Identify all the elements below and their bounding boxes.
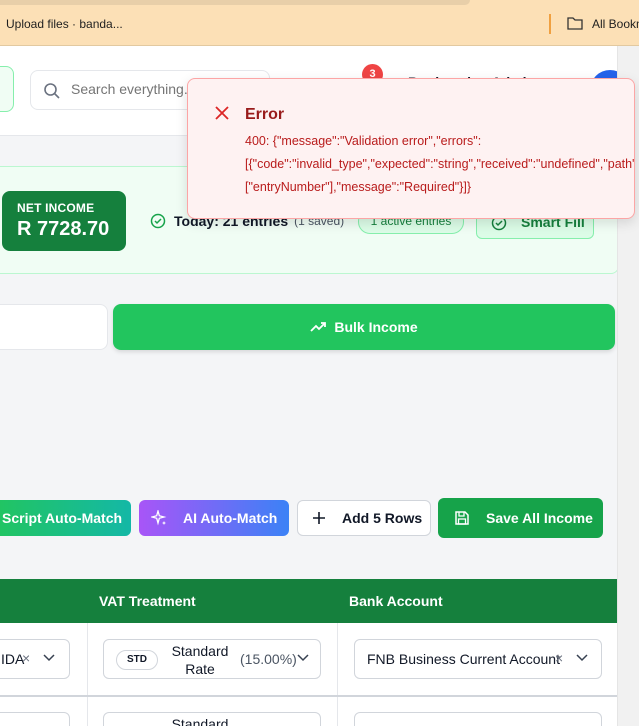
- column-divider: [337, 623, 338, 726]
- bank-account-select[interactable]: FNB Business Current Account ×: [354, 639, 602, 679]
- vat-rate-text: (15.00%): [240, 651, 297, 667]
- add-rows-button[interactable]: Add 5 Rows: [297, 500, 431, 536]
- bulk-income-label: Bulk Income: [334, 319, 418, 335]
- browser-tab-edge: [0, 0, 470, 5]
- vat-treatment-label: Standard Rate: [171, 643, 229, 677]
- column-header-bank-account[interactable]: Bank Account: [349, 593, 443, 609]
- error-message-line: 400: {"message":"Validation error","erro…: [245, 134, 482, 148]
- sparkles-icon: [151, 510, 167, 526]
- bank-account-select[interactable]: [354, 712, 602, 726]
- plus-icon: [313, 512, 325, 524]
- column-divider: [87, 623, 88, 726]
- chevron-down-icon: [43, 654, 55, 662]
- search-icon: [44, 83, 60, 99]
- first-col-value: IDA: [1, 651, 25, 667]
- error-toast: Error 400: {"message":"Validation error"…: [187, 78, 635, 219]
- net-income-value: R 7728.70: [17, 218, 110, 240]
- error-toast-title: Error: [245, 106, 285, 123]
- error-toast-message: 400: {"message":"Validation error","erro…: [245, 130, 635, 199]
- add-rows-label: Add 5 Rows: [342, 510, 423, 526]
- bookmark-separator: [549, 14, 551, 34]
- chevron-down-icon: [576, 654, 588, 662]
- table-header: VAT Treatment Bank Account: [0, 579, 617, 623]
- error-message-line: ["entryNumber"],"message":"Required"}]}: [245, 180, 472, 194]
- table-row-first-select[interactable]: [0, 712, 70, 726]
- left-input-field[interactable]: [0, 304, 108, 350]
- header-left-control[interactable]: [0, 66, 14, 112]
- net-income-card: NET INCOME R 7728.70: [2, 191, 126, 251]
- column-header-vat-treatment[interactable]: VAT Treatment: [99, 593, 196, 609]
- vat-treatment-select[interactable]: Standard: [103, 712, 321, 726]
- browser-bookmarks-bar: Upload files · banda... All Bookmarks: [0, 0, 639, 46]
- close-x-icon[interactable]: [215, 106, 229, 120]
- script-auto-match-button[interactable]: Script Auto-Match: [0, 500, 131, 536]
- bookmark-upload-files[interactable]: Upload files · banda...: [6, 17, 123, 31]
- bank-account-value: FNB Business Current Account: [367, 651, 560, 667]
- check-circle-icon: [150, 213, 166, 229]
- vat-treatment-label: Standard: [171, 716, 229, 726]
- vat-code-badge: STD: [116, 650, 158, 670]
- save-all-income-label: Save All Income: [486, 510, 593, 526]
- ai-auto-match-button[interactable]: AI Auto-Match: [139, 500, 289, 536]
- clear-icon[interactable]: ×: [22, 650, 30, 666]
- bulk-income-button[interactable]: Bulk Income: [113, 304, 615, 350]
- clear-icon[interactable]: ×: [555, 650, 563, 666]
- error-message-line: [{"code":"invalid_type","expected":"stri…: [245, 157, 635, 171]
- net-income-label: NET INCOME: [17, 201, 95, 215]
- vat-treatment-select[interactable]: STD Standard Rate (15.00%): [103, 639, 321, 679]
- row-divider: [0, 695, 617, 697]
- bookmark-all-bookmarks[interactable]: All Bookmarks: [592, 17, 639, 31]
- save-all-income-button[interactable]: Save All Income: [438, 498, 603, 538]
- chevron-down-icon: [297, 654, 309, 662]
- trending-up-icon: [310, 322, 327, 332]
- script-auto-match-label: Script Auto-Match: [2, 510, 123, 526]
- table-row-first-select[interactable]: IDA ×: [0, 639, 70, 679]
- folder-icon: [567, 17, 583, 30]
- ai-auto-match-label: AI Auto-Match: [183, 510, 278, 526]
- income-table: VAT Treatment Bank Account IDA × STD Sta…: [0, 579, 617, 726]
- save-icon: [455, 511, 469, 525]
